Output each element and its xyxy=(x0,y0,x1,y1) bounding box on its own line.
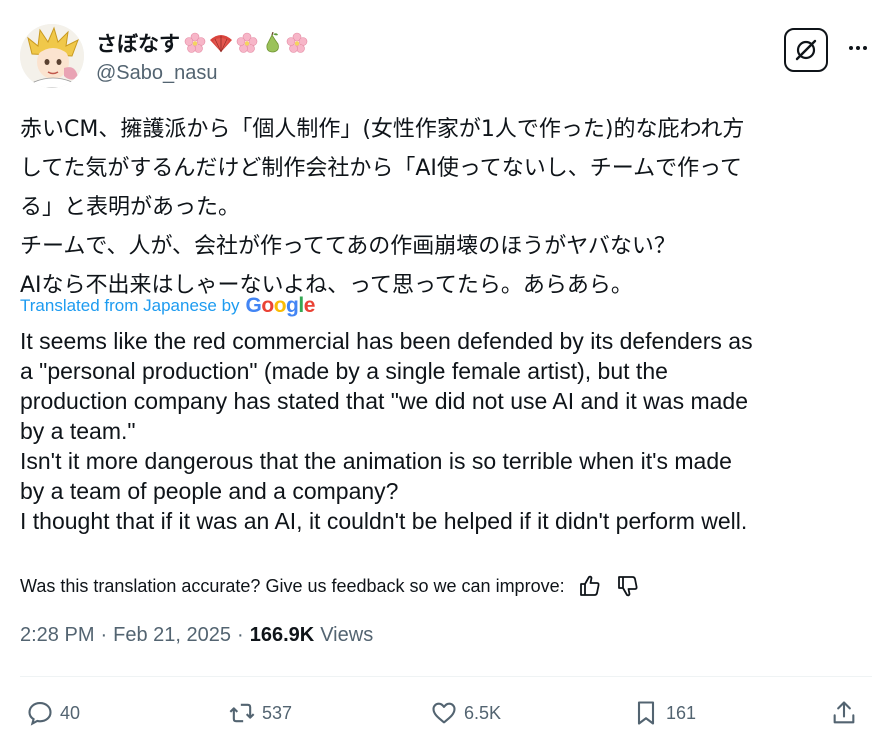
views-label: Views xyxy=(320,624,374,646)
grok-button[interactable] xyxy=(784,28,828,72)
more-dot-icon xyxy=(856,46,860,50)
fan-icon xyxy=(210,35,232,53)
avatar[interactable] xyxy=(20,24,84,88)
like-button[interactable]: 6.5K xyxy=(430,690,501,736)
more-options-button[interactable] xyxy=(844,38,872,58)
thumbs-down-icon[interactable] xyxy=(615,573,641,599)
avatar-illustration xyxy=(20,24,84,88)
translated-from-label[interactable]: Translated from Japanese by xyxy=(20,296,240,316)
cherry-blossom-icon xyxy=(236,32,258,53)
bookmark-count: 161 xyxy=(666,702,697,723)
pear-icon xyxy=(266,32,279,53)
translation-attribution: Translated from Japanese by Google xyxy=(20,294,315,318)
translation-feedback: Was this translation accurate? Give us f… xyxy=(20,573,641,599)
post-metadata: 2:28 PM · Feb 21, 2025 · 166.9K Views xyxy=(20,624,373,647)
grok-icon xyxy=(795,39,817,61)
name-row: さぼなす xyxy=(96,28,308,58)
share-button[interactable] xyxy=(830,690,858,736)
post-time[interactable]: 2:28 PM xyxy=(20,624,94,647)
repost-button[interactable]: 537 xyxy=(228,690,292,736)
like-count: 6.5K xyxy=(464,702,502,723)
action-bar: 40 537 6.5K 161 xyxy=(20,690,872,736)
more-dot-icon xyxy=(863,46,867,50)
google-logo: Google xyxy=(245,294,316,317)
feedback-prompt: Was this translation accurate? Give us f… xyxy=(20,575,565,596)
reply-icon xyxy=(28,702,52,726)
views-count: 166.9K xyxy=(249,624,315,646)
author-handle[interactable]: @Sabo_nasu xyxy=(96,62,218,85)
post-date[interactable]: Feb 21, 2025 xyxy=(113,624,231,647)
bookmark-icon xyxy=(637,701,655,725)
repost-count: 537 xyxy=(262,702,293,723)
post-translation: It seems like the red commercial has bee… xyxy=(20,328,753,534)
divider xyxy=(20,676,872,677)
meta-separator: · xyxy=(100,624,108,646)
bookmark-button[interactable]: 161 xyxy=(632,690,696,736)
share-icon xyxy=(833,701,855,724)
display-name[interactable]: さぼなす xyxy=(96,28,180,58)
meta-separator: · xyxy=(237,624,244,646)
repost-icon xyxy=(229,703,255,723)
cherry-blossom-icon xyxy=(286,32,308,53)
more-dot-icon xyxy=(849,46,853,50)
name-emojis xyxy=(184,32,308,54)
reply-count: 40 xyxy=(60,702,81,723)
reply-button[interactable]: 40 xyxy=(26,690,80,736)
post-header: さぼなす @Sabo_nasu xyxy=(20,20,872,90)
heart-icon xyxy=(432,702,456,724)
post-original-text: 赤いCM、擁護派から「個人制作」(女性作家が1人で作った)的な庇われ方 してた気… xyxy=(20,117,745,298)
thumbs-up-icon[interactable] xyxy=(577,573,603,599)
cherry-blossom-icon xyxy=(184,32,206,53)
